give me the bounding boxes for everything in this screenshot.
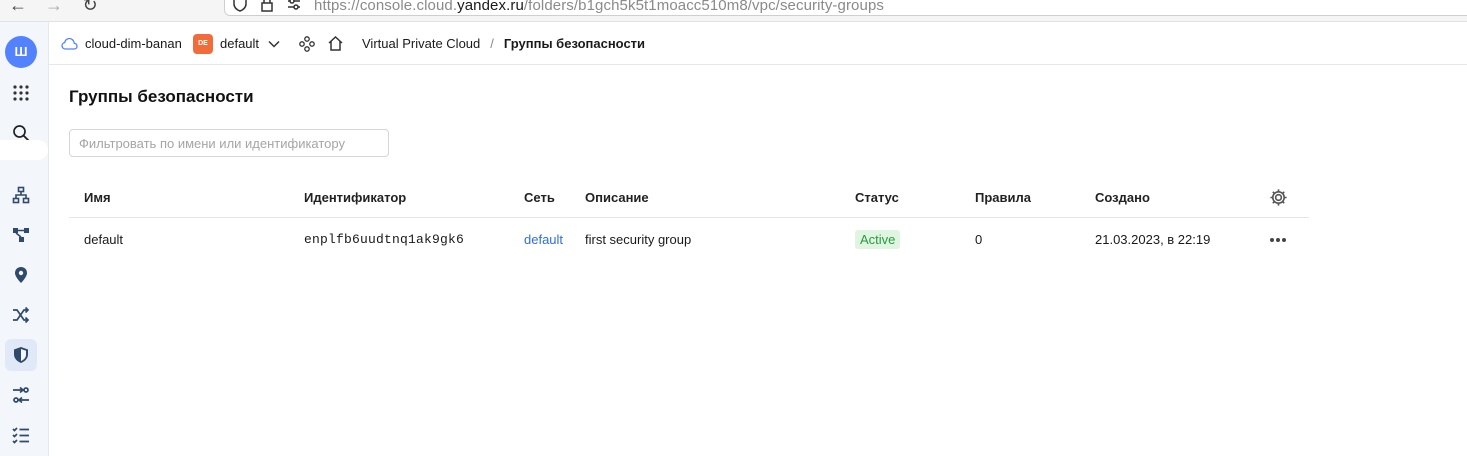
back-arrow-icon[interactable]: ← bbox=[8, 0, 28, 16]
table-row[interactable]: default enplfb6uudtnq1ak9gk6 default fir… bbox=[69, 218, 1309, 261]
cloud-selector[interactable]: cloud-dim-banan bbox=[61, 22, 182, 65]
table-header: Имя Идентификатор Сеть Описание Статус П… bbox=[69, 177, 1309, 218]
table-settings-button[interactable] bbox=[1269, 177, 1288, 217]
routes-icon bbox=[13, 386, 29, 404]
browser-toolbar: ← → ↻ https://console.cloud.yandex.ru/fo… bbox=[0, 0, 1467, 22]
network-icon bbox=[12, 186, 30, 204]
topology-icon bbox=[13, 228, 29, 242]
apps-grid-icon bbox=[13, 85, 29, 101]
row-status: Active bbox=[855, 218, 901, 261]
more-dots-icon bbox=[1270, 237, 1286, 242]
shield-icon[interactable] bbox=[232, 0, 248, 12]
breadcrumb: Virtual Private Cloud / Группы безопасно… bbox=[362, 22, 645, 65]
row-actions-button[interactable] bbox=[1269, 218, 1287, 261]
column-header-network[interactable]: Сеть bbox=[524, 177, 555, 217]
folder-badge: DE bbox=[193, 33, 213, 54]
row-rules: 0 bbox=[975, 232, 983, 247]
nav-cloud-networks[interactable] bbox=[5, 179, 37, 211]
all-services-button[interactable] bbox=[5, 77, 37, 109]
yandex-cloud-logo[interactable]: Ш bbox=[5, 36, 37, 68]
cloud-icon bbox=[61, 37, 78, 50]
nav-rail: Ш bbox=[0, 22, 49, 456]
column-header-rules[interactable]: Правила bbox=[975, 177, 1031, 217]
breadcrumb-separator: / bbox=[490, 36, 494, 51]
row-id: enplfb6uudtnq1ak9gk6 bbox=[304, 232, 465, 247]
forward-arrow-icon[interactable]: → bbox=[44, 0, 64, 16]
page-header: cloud-dim-banan DE default Virtual Priva… bbox=[49, 22, 1467, 65]
status-badge: Active bbox=[855, 230, 901, 249]
site-permissions-icon[interactable] bbox=[286, 0, 302, 12]
service-map-button[interactable] bbox=[299, 22, 315, 65]
shield-icon bbox=[14, 347, 28, 363]
breadcrumb-current: Группы безопасности bbox=[503, 36, 646, 51]
gear-icon bbox=[1270, 188, 1287, 206]
chevron-down-icon bbox=[268, 40, 280, 48]
home-icon bbox=[328, 35, 343, 51]
nav-route-tables[interactable] bbox=[5, 379, 37, 411]
cloud-name: cloud-dim-banan bbox=[85, 36, 182, 51]
column-header-description[interactable]: Описание bbox=[585, 177, 649, 217]
nav-security-groups[interactable] bbox=[5, 339, 37, 371]
home-button[interactable] bbox=[327, 22, 344, 65]
shuffle-icon bbox=[13, 306, 30, 324]
address-url[interactable]: https://console.cloud.yandex.ru/folders/… bbox=[314, 0, 884, 14]
service-map-icon bbox=[299, 35, 315, 52]
column-header-created[interactable]: Создано bbox=[1095, 177, 1150, 217]
nav-ip-addresses[interactable] bbox=[5, 259, 37, 291]
checklist-icon bbox=[12, 427, 29, 444]
rail-divider bbox=[0, 140, 48, 160]
breadcrumb-service[interactable]: Virtual Private Cloud bbox=[362, 36, 480, 51]
row-created: 21.03.2023, в 22:19 bbox=[1095, 232, 1211, 247]
reload-icon[interactable]: ↻ bbox=[80, 0, 100, 16]
column-header-status[interactable]: Статус bbox=[855, 177, 899, 217]
filter-input[interactable] bbox=[69, 129, 389, 157]
row-network-link[interactable]: default bbox=[524, 218, 563, 261]
folder-name: default bbox=[220, 36, 260, 51]
folder-selector[interactable]: DE default bbox=[193, 22, 280, 65]
nav-operations[interactable] bbox=[5, 419, 37, 451]
column-header-id[interactable]: Идентификатор bbox=[304, 177, 406, 217]
nav-gateways[interactable] bbox=[5, 299, 37, 331]
page-title: Группы безопасности bbox=[69, 87, 254, 106]
column-header-name[interactable]: Имя bbox=[84, 177, 111, 217]
row-name[interactable]: default bbox=[84, 218, 123, 261]
nav-subnets[interactable] bbox=[5, 219, 37, 251]
security-groups-table: Имя Идентификатор Сеть Описание Статус П… bbox=[69, 177, 1309, 261]
row-description: first security group bbox=[585, 232, 692, 247]
lock-icon[interactable] bbox=[259, 0, 275, 12]
location-pin-icon bbox=[15, 267, 27, 283]
